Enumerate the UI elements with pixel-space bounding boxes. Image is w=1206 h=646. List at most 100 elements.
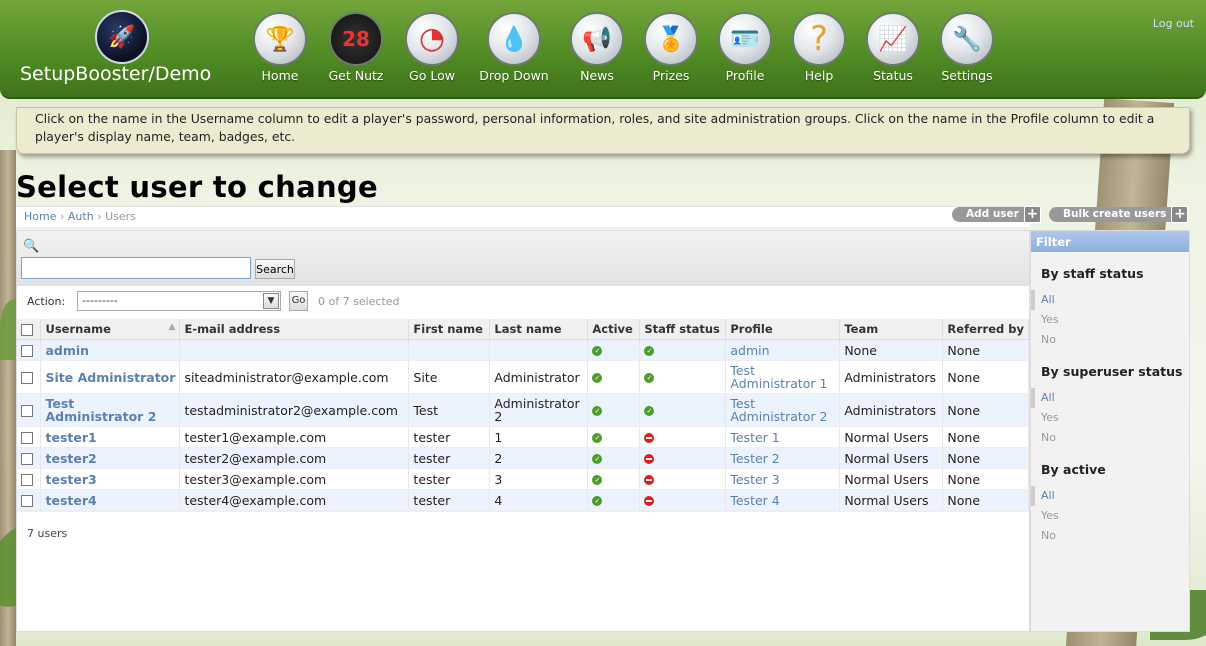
username-link[interactable]: tester4: [45, 493, 96, 508]
nav-news[interactable]: 📢 News: [559, 12, 635, 83]
search-toolbar: 🔍 Search: [17, 231, 1029, 286]
col-team[interactable]: Team: [839, 319, 944, 340]
inactive-minus-icon: [644, 454, 655, 464]
nav-home[interactable]: 🏆 Home: [242, 12, 318, 83]
rocket-logo-icon[interactable]: 🚀: [95, 10, 149, 64]
add-user-label: Add user: [966, 208, 1019, 220]
go-button[interactable]: Go: [289, 291, 308, 311]
action-selected-value: ---------: [82, 294, 118, 307]
col-first-name[interactable]: First name: [408, 319, 491, 340]
row-checkbox[interactable]: [21, 494, 33, 507]
row-checkbox[interactable]: [21, 431, 33, 444]
col-active[interactable]: Active: [587, 319, 641, 340]
gauge-icon: ◔: [405, 12, 459, 66]
actions-bar: Action: --------- ▼ Go 0 of 7 selected: [17, 286, 1029, 320]
username-link[interactable]: Test Administrator 2: [45, 396, 156, 424]
col-profile[interactable]: Profile: [725, 319, 841, 340]
email-cell: tester3@example.com: [179, 468, 410, 490]
username-cell: tester4: [40, 489, 181, 511]
breadcrumb-separator: ›: [97, 210, 102, 223]
staff-status-cell: ✓: [639, 393, 727, 427]
row-checkbox[interactable]: [21, 452, 33, 465]
trophy-icon: 🏆: [253, 12, 307, 66]
logout-link[interactable]: Log out: [1153, 17, 1194, 30]
site-title[interactable]: SetupBooster/Demo: [20, 63, 211, 85]
team-cell: Administrators: [839, 360, 944, 394]
profile-link[interactable]: Test Administrator 2: [730, 396, 827, 424]
filter-option[interactable]: All: [1031, 290, 1189, 310]
filter-option[interactable]: All: [1031, 388, 1189, 408]
username-link[interactable]: tester2: [45, 451, 96, 466]
search-icon: 🔍: [23, 239, 40, 254]
col-email[interactable]: E-mail address: [179, 319, 410, 340]
filter-group: By superuser status All Yes No: [1031, 364, 1189, 448]
breadcrumb-home[interactable]: Home: [24, 210, 56, 223]
nav-get-nutz[interactable]: 28 Get Nutz: [318, 12, 394, 83]
filter-option[interactable]: Yes: [1031, 506, 1189, 526]
last-name-cell: 2: [489, 447, 589, 469]
username-cell: tester1: [40, 426, 181, 448]
filter-option[interactable]: No: [1031, 526, 1189, 546]
filter-option[interactable]: Yes: [1031, 310, 1189, 330]
select-all-cell: [17, 319, 42, 340]
profile-link[interactable]: admin: [730, 343, 769, 358]
row-checkbox[interactable]: [21, 371, 33, 384]
table-header: Username ▲ E-mail address First name Last…: [17, 319, 1029, 340]
question-mark-icon: ?: [792, 12, 846, 66]
active-check-icon: ✓: [592, 373, 603, 383]
profile-link[interactable]: Tester 4: [730, 493, 779, 508]
line-chart-icon: 📈: [866, 12, 920, 66]
col-last-name[interactable]: Last name: [489, 319, 589, 340]
team-cell: Normal Users: [839, 489, 944, 511]
nav-label: Profile: [725, 68, 765, 83]
profile-link[interactable]: Tester 2: [730, 451, 779, 466]
filter-option[interactable]: No: [1031, 330, 1189, 350]
search-button[interactable]: Search: [255, 259, 295, 279]
col-username[interactable]: Username ▲: [40, 319, 181, 340]
first-name-cell: tester: [408, 426, 491, 448]
row-checkbox[interactable]: [21, 344, 33, 357]
search-input[interactable]: [21, 257, 251, 279]
inactive-minus-icon: [644, 433, 655, 443]
nav-status[interactable]: 📈 Status: [855, 12, 931, 83]
paginator-bar: [17, 511, 1029, 555]
filter-group-title: By active: [1041, 462, 1106, 477]
select-all-checkbox[interactable]: [21, 323, 33, 336]
nav-prizes[interactable]: 🏅 Prizes: [633, 12, 709, 83]
row-checkbox[interactable]: [21, 404, 33, 417]
profile-link[interactable]: Tester 3: [730, 472, 779, 487]
staff-status-cell: ✓: [639, 360, 727, 394]
nav-go-low[interactable]: ◔ Go Low: [394, 12, 470, 83]
table-row: Test Administrator 2 testadministrator2@e…: [17, 393, 1029, 427]
bulk-create-users-button[interactable]: Bulk create users +: [1049, 206, 1189, 223]
last-name-cell: [489, 339, 589, 361]
nav-help[interactable]: ? Help: [781, 12, 857, 83]
username-link[interactable]: tester3: [45, 472, 96, 487]
referred-by-cell: None: [942, 468, 1029, 490]
add-user-button[interactable]: Add user +: [952, 206, 1041, 223]
filter-option[interactable]: Yes: [1031, 408, 1189, 428]
active-cell: ✓: [587, 426, 641, 448]
filter-option[interactable]: All: [1031, 486, 1189, 506]
nav-drop-down[interactable]: 💧 Drop Down: [476, 12, 552, 83]
profile-link[interactable]: Test Administrator 1: [730, 363, 827, 391]
col-staff-status[interactable]: Staff status: [639, 319, 727, 340]
breadcrumb-separator: ›: [59, 210, 65, 223]
action-select[interactable]: --------- ▼: [77, 291, 281, 311]
username-link[interactable]: tester1: [45, 430, 96, 445]
filter-option[interactable]: No: [1031, 428, 1189, 448]
profile-link[interactable]: Tester 1: [730, 430, 779, 445]
breadcrumb-auth[interactable]: Auth: [68, 210, 94, 223]
nav-settings[interactable]: 🔧 Settings: [929, 12, 1005, 83]
active-check-icon: ✓: [644, 346, 655, 356]
active-check-icon: ✓: [592, 496, 603, 506]
inactive-minus-icon: [644, 475, 655, 485]
col-referred-by[interactable]: Referred by: [942, 319, 1029, 340]
username-link[interactable]: Site Administrator: [45, 370, 175, 385]
filter-group: By active All Yes No: [1031, 462, 1189, 546]
row-checkbox[interactable]: [21, 473, 33, 486]
email-cell: [179, 339, 410, 361]
nav-profile[interactable]: 🪪 Profile: [707, 12, 783, 83]
username-link[interactable]: admin: [45, 343, 89, 358]
profile-cell: admin: [725, 339, 841, 361]
